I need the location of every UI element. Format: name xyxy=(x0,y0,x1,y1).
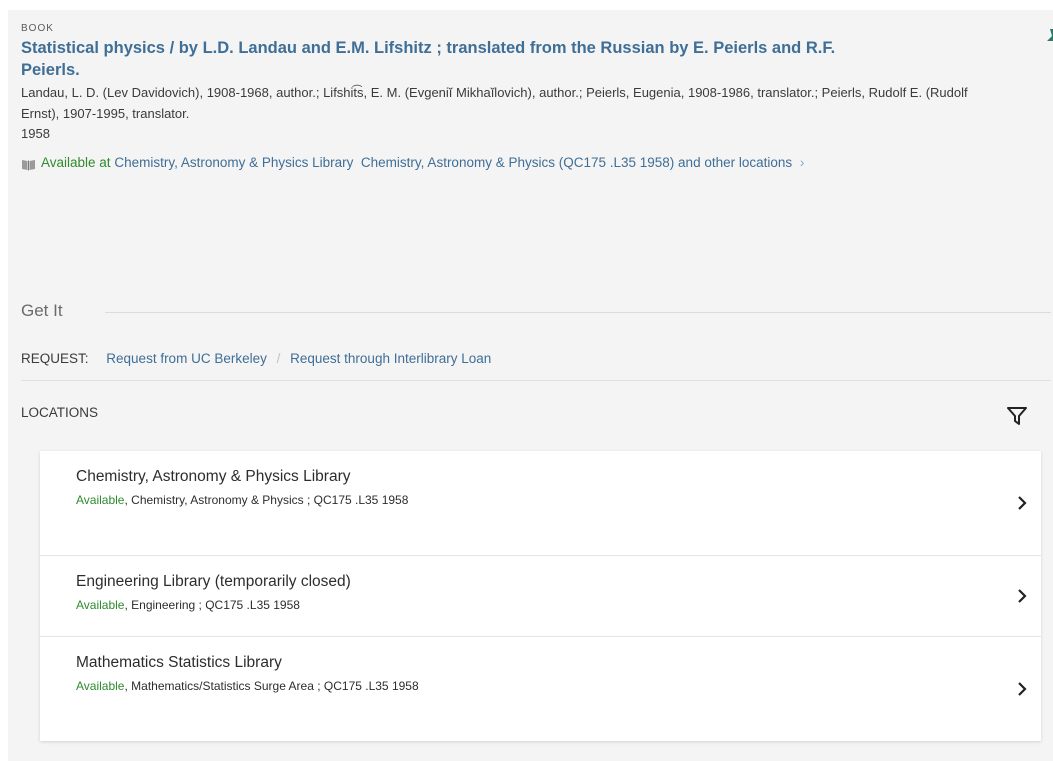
divider xyxy=(105,312,1051,313)
chevron-right-icon xyxy=(1017,588,1027,604)
location-item[interactable]: Chemistry, Astronomy & Physics Library A… xyxy=(40,451,1041,556)
location-item[interactable]: Mathematics Statistics Library Available… xyxy=(40,637,1041,741)
location-item[interactable]: Engineering Library (temporarily closed)… xyxy=(40,556,1041,637)
location-detail: Available, Chemistry, Astronomy & Physic… xyxy=(76,489,506,511)
availability-detail[interactable]: Chemistry, Astronomy & Physics (QC175 .L… xyxy=(361,155,792,170)
location-detail: Available, Engineering ; QC175 .L35 1958 xyxy=(76,594,506,616)
chevron-right-icon: › xyxy=(799,155,805,170)
chevron-right-icon xyxy=(1017,681,1027,697)
location-name: Chemistry, Astronomy & Physics Library xyxy=(76,468,351,485)
location-detail: Available, Mathematics/Statistics Surge … xyxy=(76,675,506,697)
record-title[interactable]: Statistical physics / by L.D. Landau and… xyxy=(21,37,841,81)
request-berkeley-link[interactable]: Request from UC Berkeley xyxy=(106,351,267,366)
locations-list: Chemistry, Astronomy & Physics Library A… xyxy=(40,451,1041,741)
request-ill-link[interactable]: Request through Interlibrary Loan xyxy=(290,351,491,366)
get-it-title: Get It xyxy=(21,301,63,320)
book-icon xyxy=(21,156,36,171)
record-brief: BOOK Statistical physics / by L.D. Landa… xyxy=(21,23,1021,174)
pin-icon[interactable] xyxy=(1044,28,1053,52)
location-status: Available xyxy=(76,493,125,507)
location-name: Engineering Library (temporarily closed) xyxy=(76,573,351,590)
location-status: Available xyxy=(76,598,125,612)
record-year: 1958 xyxy=(21,126,50,141)
record-authors: Landau, L. D. (Lev Davidovich), 1908-196… xyxy=(21,85,968,121)
get-it-header: Get It xyxy=(21,300,1051,322)
availability-library[interactable]: Chemistry, Astronomy & Physics Library xyxy=(114,155,353,170)
availability-status: Available at xyxy=(41,155,111,170)
location-holdings: , Mathematics/Statistics Surge Area ; QC… xyxy=(124,679,419,693)
chevron-right-icon xyxy=(1017,495,1027,511)
divider xyxy=(21,380,1051,381)
locations-label: LOCATIONS xyxy=(21,405,99,420)
request-separator: / xyxy=(276,351,281,366)
filter-icon[interactable] xyxy=(1006,405,1028,427)
availability-line[interactable]: Available at Chemistry, Astronomy & Phys… xyxy=(21,152,961,174)
resource-type: BOOK xyxy=(21,23,54,34)
location-holdings: , Engineering ; QC175 .L35 1958 xyxy=(124,598,300,612)
request-label: REQUEST: xyxy=(21,351,89,366)
location-status: Available xyxy=(76,679,125,693)
location-name: Mathematics Statistics Library xyxy=(76,654,282,671)
request-row: REQUEST: Request from UC Berkeley / Requ… xyxy=(21,349,491,369)
location-holdings: , Chemistry, Astronomy & Physics ; QC175… xyxy=(124,493,409,507)
